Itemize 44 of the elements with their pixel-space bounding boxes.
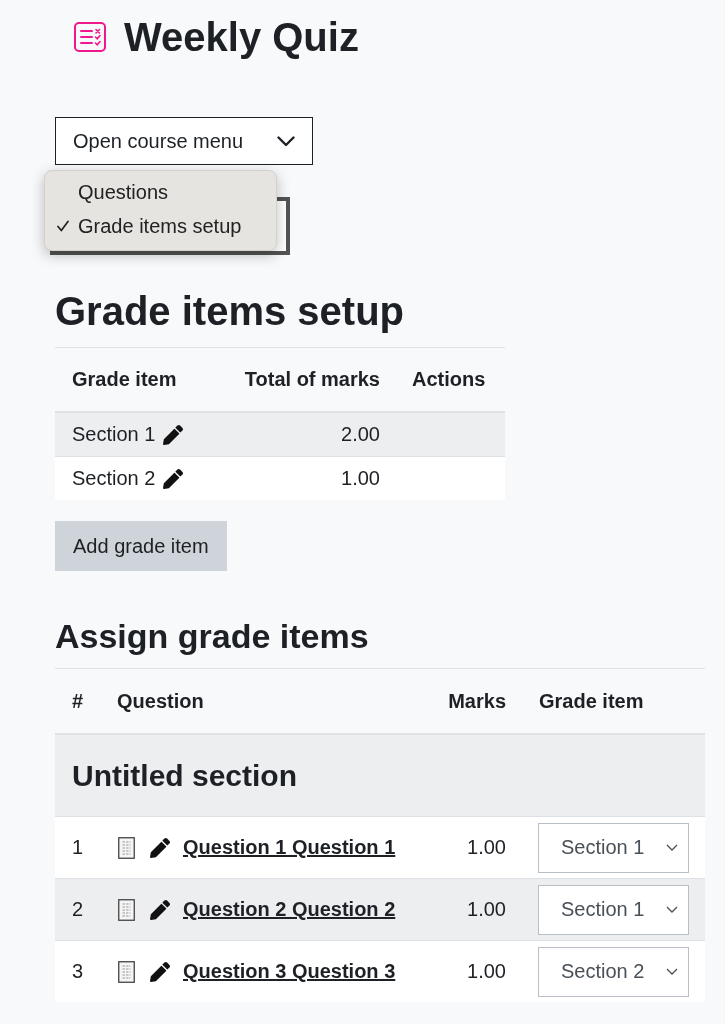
column-header: Grade item bbox=[72, 368, 177, 391]
section-heading: Assign grade items bbox=[55, 616, 370, 657]
chevron-down-icon bbox=[666, 968, 678, 975]
chevron-down-icon bbox=[666, 844, 678, 851]
column-header: Total of marks bbox=[244, 368, 380, 391]
document-icon bbox=[118, 960, 135, 983]
grade-item-name: Section 2 bbox=[72, 467, 156, 490]
section-heading: Grade items setup bbox=[55, 288, 405, 335]
grade-item-name: Section 1 bbox=[72, 423, 156, 446]
pencil-icon[interactable] bbox=[163, 424, 184, 445]
pencil-icon[interactable] bbox=[150, 837, 170, 858]
document-icon bbox=[118, 898, 135, 921]
pencil-icon[interactable] bbox=[163, 468, 184, 489]
checklist-icon bbox=[74, 22, 106, 52]
pencil-icon[interactable] bbox=[150, 899, 170, 920]
marks-value: 1.00 bbox=[467, 898, 506, 921]
column-header: Marks bbox=[448, 689, 506, 713]
column-header: Question bbox=[117, 689, 204, 713]
question-link[interactable]: Question 1 Question 1 bbox=[183, 836, 396, 859]
menu-item[interactable]: Grade items setup bbox=[45, 209, 276, 243]
grade-item-select[interactable]: Section 2 bbox=[538, 946, 689, 997]
column-header: # bbox=[72, 689, 84, 713]
total-marks-value: 1.00 bbox=[341, 467, 380, 490]
marks-value: 1.00 bbox=[467, 836, 506, 859]
chevron-down-icon bbox=[666, 906, 678, 913]
document-icon bbox=[118, 836, 135, 859]
marks-value: 1.00 bbox=[467, 960, 506, 983]
page-title: Weekly Quiz bbox=[124, 14, 359, 61]
column-header: Actions bbox=[412, 368, 486, 391]
course-menu-button[interactable]: Open course menu bbox=[55, 117, 313, 165]
chevron-down-icon bbox=[277, 135, 295, 147]
add-grade-item-button[interactable]: Add grade item bbox=[55, 521, 227, 571]
grade-item-select[interactable]: Section 1 bbox=[538, 884, 689, 935]
grade-item-select[interactable]: Section 1 bbox=[538, 822, 689, 873]
question-link[interactable]: Question 2 Question 2 bbox=[183, 898, 396, 921]
question-number: 3 bbox=[72, 960, 84, 983]
pencil-icon[interactable] bbox=[150, 961, 170, 982]
question-number: 2 bbox=[72, 898, 84, 921]
menu-item[interactable]: Questions bbox=[45, 175, 276, 209]
total-marks-value: 2.00 bbox=[341, 423, 380, 446]
column-header: Grade item bbox=[539, 689, 644, 713]
section-title: Untitled section bbox=[72, 758, 297, 793]
question-number: 1 bbox=[72, 836, 84, 859]
question-link[interactable]: Question 3 Question 3 bbox=[183, 960, 396, 983]
